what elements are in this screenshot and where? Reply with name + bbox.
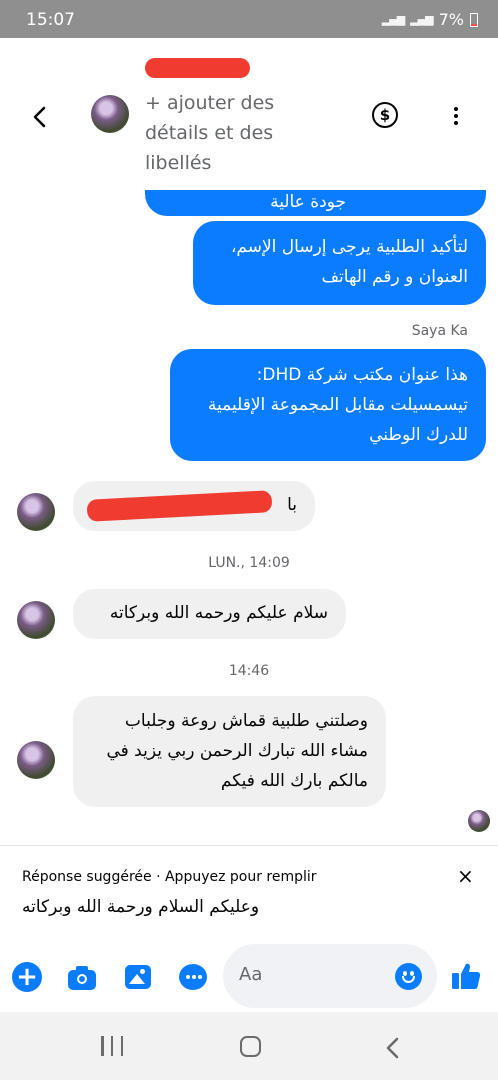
incoming-message[interactable]: سلام عليكم ورحمه الله وبركاته [73, 589, 346, 639]
message-input[interactable]: Aa [223, 944, 437, 1008]
back-icon[interactable] [384, 1036, 400, 1060]
status-icons: ▂▄▆ ▂▄▆ 7% [382, 10, 478, 29]
message-input-placeholder: Aa [239, 964, 263, 985]
timestamp: 14:46 [228, 663, 270, 679]
battery-icon [470, 12, 478, 27]
contact-avatar[interactable] [91, 95, 129, 133]
photo-icon[interactable] [123, 962, 153, 992]
redaction-mark [86, 490, 273, 522]
suggested-reply-text[interactable]: وعليكم السلام ورحمة الله وبركاته [22, 897, 259, 917]
dollar-icon[interactable]: $ [372, 102, 398, 128]
status-bar: 15:07 ▂▄▆ ▂▄▆ 7% [0, 0, 498, 38]
signal-icon: ▂▄▆ [381, 13, 405, 26]
sender-name: Saya Ka [411, 323, 468, 339]
contact-avatar-small [17, 493, 55, 531]
emoji-icon[interactable] [395, 963, 422, 990]
message-text: لتأكيد الطلبية يرجى إرسال الإسم، العنوان… [230, 237, 468, 287]
add-details-link[interactable]: + ajouter des détails et des libellés [145, 88, 320, 178]
status-time: 15:07 [26, 10, 75, 30]
seen-indicator-avatar [468, 810, 490, 832]
suggested-reply-panel: Réponse suggérée · Appuyez pour remplir … [0, 845, 498, 940]
message-text: سلام عليكم ورحمه الله وبركاته [109, 603, 328, 623]
message-text: وصلتني طلبية قماش روعة وجلباب مشاء الله … [106, 711, 368, 791]
partial-message-text: جودة عالية [270, 192, 346, 212]
signal-icon-2: ▂▄▆ [410, 13, 433, 26]
plus-icon[interactable]: + [12, 962, 42, 992]
home-icon[interactable] [240, 1036, 261, 1057]
contact-avatar-small [17, 601, 55, 639]
incoming-message[interactable]: وصلتني طلبية قماش روعة وجلباب مشاء الله … [73, 696, 386, 807]
outgoing-message[interactable]: لتأكيد الطلبية يرجى إرسال الإسم، العنوان… [193, 221, 486, 305]
outgoing-message[interactable]: هذا عنوان مكتب شركة DHD: تيسمسيلت مقابل … [170, 349, 486, 461]
incoming-message-redacted[interactable]: با [73, 481, 315, 531]
more-options-icon[interactable] [447, 104, 465, 128]
message-text: هذا عنوان مكتب شركة DHD: تيسمسيلت مقابل … [207, 365, 468, 445]
timestamp: LUN., 14:09 [208, 555, 290, 571]
recents-icon[interactable] [101, 1036, 123, 1056]
back-arrow-icon[interactable] [26, 102, 54, 132]
message-text: با [287, 495, 297, 515]
like-icon[interactable] [450, 960, 482, 992]
battery-label: 7% [438, 10, 464, 29]
contact-avatar-small [17, 741, 55, 779]
contact-name-redacted [145, 58, 250, 78]
outgoing-message-partial: جودة عالية [145, 190, 486, 216]
conversation-header: + ajouter des détails et des libellés $ [0, 38, 498, 190]
chat-dots-icon[interactable] [178, 962, 208, 992]
message-composer: + Aa [0, 940, 498, 1012]
system-navigation-bar [0, 1012, 498, 1080]
suggested-reply-label: Réponse suggérée · Appuyez pour remplir [22, 869, 317, 885]
close-icon[interactable]: × [457, 864, 474, 888]
camera-icon[interactable] [67, 962, 97, 992]
